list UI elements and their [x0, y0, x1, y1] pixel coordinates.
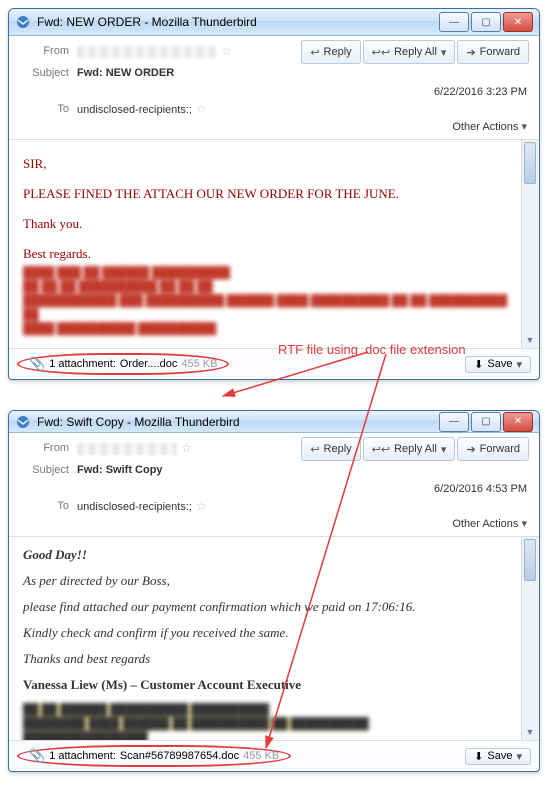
download-icon: ⬇: [474, 750, 483, 763]
email-window-2: Fwd: Swift Copy - Mozilla Thunderbird — …: [8, 410, 540, 772]
body-line: SIR,: [23, 156, 525, 172]
reply-icon: ↩: [310, 46, 319, 59]
forward-button[interactable]: ➔Forward: [457, 40, 529, 64]
reply-icon: ↩: [310, 443, 319, 456]
star-icon[interactable]: ☆: [196, 102, 207, 116]
save-attachment-button[interactable]: ⬇ Save ▾: [465, 356, 531, 373]
window-title: Fwd: Swift Copy - Mozilla Thunderbird: [37, 415, 439, 429]
close-button[interactable]: ✕: [503, 12, 533, 32]
attachment-size: 455 KB: [181, 358, 217, 370]
chevron-down-icon: ▾: [521, 518, 527, 530]
chevron-down-icon: ▾: [516, 358, 522, 371]
scroll-thumb[interactable]: [524, 539, 536, 581]
paperclip-icon: 📎: [29, 748, 45, 764]
annotation-text: RTF file using .doc file extension: [278, 342, 466, 357]
download-icon: ⬇: [474, 358, 483, 371]
other-actions-menu[interactable]: Other Actions ▾: [19, 517, 529, 530]
reply-all-button[interactable]: ↩↩Reply All▾: [363, 40, 456, 64]
app-icon: [15, 14, 31, 30]
subject-label: Subject: [19, 464, 77, 476]
titlebar[interactable]: Fwd: NEW ORDER - Mozilla Thunderbird — ▢…: [9, 9, 539, 36]
scroll-thumb[interactable]: [524, 142, 536, 184]
attachment-count: 1 attachment:: [49, 750, 116, 762]
attachment-bar: 📎 1 attachment: Scan#56789987654.doc 455…: [9, 740, 539, 771]
signature-name: Vanessa Liew (Ms) – Customer Account Exe…: [23, 677, 525, 693]
chevron-down-icon: ▾: [441, 443, 447, 456]
email-window-1: Fwd: NEW ORDER - Mozilla Thunderbird — ▢…: [8, 8, 540, 380]
forward-icon: ➔: [466, 46, 475, 59]
message-header: ↩Reply ↩↩Reply All▾ ➔Forward From ☆ Subj…: [9, 433, 539, 537]
subject-label: Subject: [19, 67, 77, 79]
body-line: Kindly check and confirm if you received…: [23, 625, 525, 641]
body-line: please find attached our payment confirm…: [23, 599, 525, 615]
star-icon[interactable]: ☆: [181, 441, 192, 455]
to-value: undisclosed-recipients:;☆: [77, 499, 529, 513]
maximize-button[interactable]: ▢: [471, 412, 501, 432]
attachment-count: 1 attachment:: [49, 358, 116, 370]
to-label: To: [19, 500, 77, 512]
maximize-button[interactable]: ▢: [471, 12, 501, 32]
reply-button[interactable]: ↩Reply: [301, 40, 360, 64]
from-label: From: [19, 442, 77, 454]
subject-value: Fwd: Swift Copy: [77, 464, 529, 476]
message-header: ↩Reply ↩↩Reply All▾ ➔Forward From ☆ Subj…: [9, 36, 539, 140]
star-icon[interactable]: ☆: [221, 44, 232, 58]
body-line: As per directed by our Boss,: [23, 573, 525, 589]
chevron-down-icon: ▾: [521, 121, 527, 133]
save-attachment-button[interactable]: ⬇ Save ▾: [465, 748, 531, 765]
minimize-button[interactable]: —: [439, 412, 469, 432]
close-button[interactable]: ✕: [503, 412, 533, 432]
chevron-down-icon: ▾: [516, 750, 522, 763]
reply-button[interactable]: ↩Reply: [301, 437, 360, 461]
paperclip-icon: 📎: [29, 356, 45, 372]
star-icon[interactable]: ☆: [196, 499, 207, 513]
message-body: ▲ ▼ Good Day!! As per directed by our Bo…: [9, 537, 539, 740]
subject-value: Fwd: NEW ORDER: [77, 67, 529, 79]
attachment-highlight: 📎 1 attachment: Scan#56789987654.doc 455…: [17, 745, 291, 767]
forward-icon: ➔: [466, 443, 475, 456]
attachment-filename[interactable]: Scan#56789987654.doc: [120, 750, 239, 762]
body-line: Best regards.: [23, 246, 525, 262]
window-title: Fwd: NEW ORDER - Mozilla Thunderbird: [37, 15, 439, 29]
reply-all-button[interactable]: ↩↩Reply All▾: [363, 437, 456, 461]
body-line: Thanks and best regards: [23, 651, 525, 667]
from-label: From: [19, 45, 77, 57]
message-body: ▲ ▼ SIR, PLEASE FINED THE ATTACH OUR NEW…: [9, 140, 539, 348]
redacted-signature: ████ ███ ██ ██████ ██████████ ██ ██ ██ █…: [23, 266, 525, 336]
reply-all-icon: ↩↩: [372, 443, 390, 456]
reply-all-icon: ↩↩: [372, 46, 390, 59]
message-date: 6/22/2016 3:23 PM: [19, 86, 529, 98]
body-line: Thank you.: [23, 216, 525, 232]
titlebar[interactable]: Fwd: Swift Copy - Mozilla Thunderbird — …: [9, 411, 539, 433]
minimize-button[interactable]: —: [439, 12, 469, 32]
to-label: To: [19, 103, 77, 115]
to-value: undisclosed-recipients:;☆: [77, 102, 529, 116]
other-actions-menu[interactable]: Other Actions ▾: [19, 120, 529, 133]
forward-button[interactable]: ➔Forward: [457, 437, 529, 461]
attachment-filename[interactable]: Order....doc: [120, 358, 177, 370]
chevron-down-icon: ▾: [441, 46, 447, 59]
body-line: Good Day!!: [23, 547, 525, 563]
app-icon: [15, 414, 31, 430]
redacted-signature: ██ ██ ██████ ██████████ ██████████ █████…: [23, 703, 525, 740]
body-line: PLEASE FINED THE ATTACH OUR NEW ORDER FO…: [23, 186, 525, 202]
attachment-size: 455 KB: [243, 750, 279, 762]
attachment-highlight: 📎 1 attachment: Order....doc 455 KB: [17, 353, 229, 375]
message-date: 6/20/2016 4:53 PM: [19, 483, 529, 495]
